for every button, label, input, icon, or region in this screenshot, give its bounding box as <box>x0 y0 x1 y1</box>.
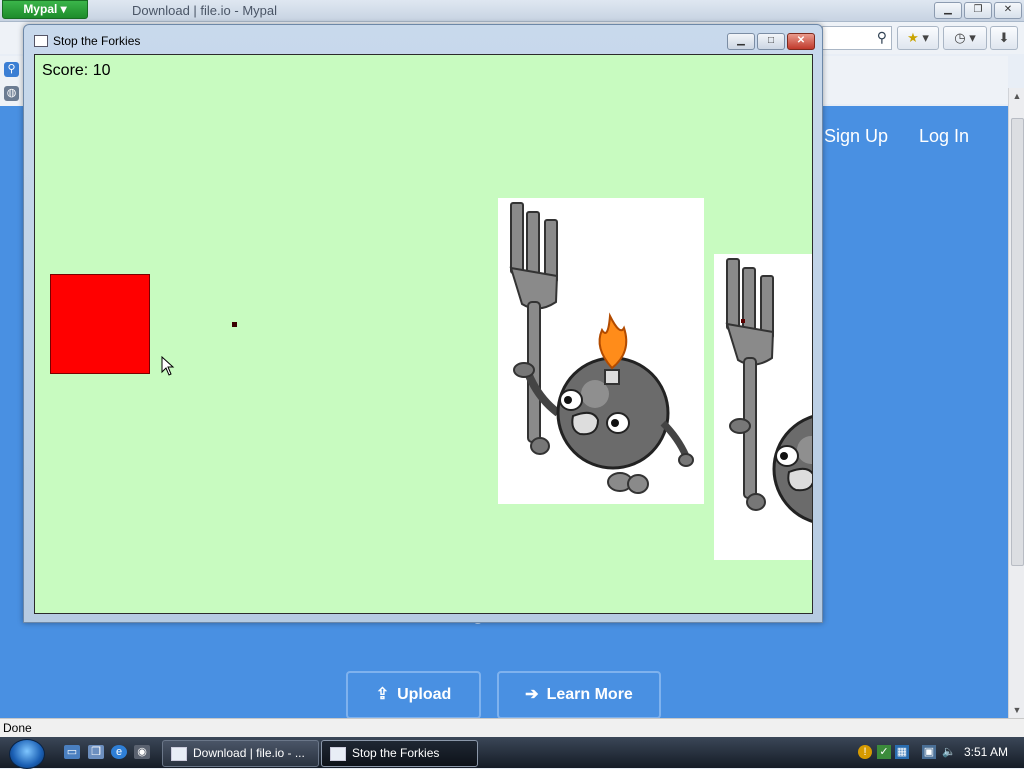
game-maximize-button[interactable]: □ <box>757 33 785 50</box>
game-close-button[interactable]: ✕ <box>787 33 815 50</box>
forkie-enemy[interactable] <box>498 198 704 504</box>
search-sidebar-icon[interactable]: ⚲ <box>4 62 19 77</box>
download-arrow-icon: ⬇ <box>998 30 1010 45</box>
globe-icon[interactable]: ◍ <box>4 86 19 101</box>
task-button-game[interactable]: Stop the Forkies <box>321 740 478 767</box>
task-label: Download | file.io - ... <box>193 746 305 760</box>
scroll-down-arrow-icon[interactable]: ▼ <box>1009 702 1024 718</box>
game-window-title: Stop the Forkies <box>53 34 141 48</box>
scroll-thumb[interactable] <box>1011 118 1024 566</box>
history-button[interactable]: ◷ ▾ <box>943 26 987 50</box>
scroll-up-arrow-icon[interactable]: ▲ <box>1009 88 1024 104</box>
page-top-strip <box>822 56 1008 104</box>
browser-titlebar: Mypal ▾ Download | file.io - Mypal ▁ ❐ ✕ <box>0 0 1024 22</box>
app-menu-button[interactable]: Mypal ▾ <box>2 0 88 19</box>
taskbar: ▭ ❐ e ◉ Download | file.io - ... Stop th… <box>0 737 1024 769</box>
game-task-icon <box>330 746 346 761</box>
projectile <box>232 322 237 327</box>
network-icon[interactable]: ▦ <box>895 745 909 759</box>
clock[interactable]: 3:51 AM <box>964 745 1008 759</box>
upload-icon: ⇪ <box>375 686 390 703</box>
log-in-link[interactable]: Log In <box>919 126 969 147</box>
browser-maximize-button[interactable]: ❐ <box>964 2 992 19</box>
game-window-icon <box>34 35 48 47</box>
learn-more-button[interactable]: ➔ Learn More <box>497 671 661 719</box>
game-minimize-button[interactable]: ▁ <box>727 33 755 50</box>
score-label: Score: 10 <box>42 62 111 79</box>
mouse-cursor-icon <box>161 356 175 376</box>
task-button-browser[interactable]: Download | file.io - ... <box>162 740 319 767</box>
status-bar: Done <box>0 718 1024 737</box>
bookmarks-button[interactable]: ★ ▾ <box>897 26 939 50</box>
page-scrollbar[interactable]: ▲ ▼ <box>1008 88 1024 718</box>
sign-up-link[interactable]: Sign Up <box>824 126 888 147</box>
upload-button[interactable]: ⇪ Upload <box>346 671 481 719</box>
sidebar-strip: ⚲ ◍ <box>0 56 24 106</box>
status-text: Done <box>3 721 32 735</box>
task-label: Stop the Forkies <box>352 746 440 760</box>
game-canvas[interactable]: Score: 10 <box>34 54 813 614</box>
volume-icon[interactable]: 🔈 <box>942 745 956 759</box>
switch-windows-icon[interactable]: ❐ <box>88 745 104 759</box>
player-red-square[interactable] <box>50 274 150 374</box>
display-icon[interactable]: ▣ <box>922 745 936 759</box>
browser-window-title: Download | file.io - Mypal <box>132 3 277 18</box>
update-icon[interactable]: ✓ <box>877 745 891 759</box>
learn-more-button-label: Learn More <box>546 686 633 703</box>
game-window[interactable]: Stop the Forkies ▁ □ ✕ Score: 10 <box>23 24 823 623</box>
start-button[interactable] <box>9 739 45 769</box>
internet-explorer-icon[interactable]: e <box>111 745 127 759</box>
security-shield-icon[interactable]: ! <box>858 745 872 759</box>
upload-button-label: Upload <box>397 686 452 703</box>
arrow-right-icon: ➔ <box>525 686 539 703</box>
mypal-quicklaunch-icon[interactable]: ◉ <box>134 745 150 759</box>
forkie-enemy[interactable] <box>714 254 812 560</box>
show-desktop-icon[interactable]: ▭ <box>64 745 80 759</box>
clock-icon: ◷ <box>954 30 966 45</box>
forkie-bomb-icon <box>725 258 812 523</box>
app-menu-label: Mypal <box>23 2 58 16</box>
forkie-bomb-icon <box>509 202 694 494</box>
search-icon[interactable]: ⚲ <box>877 29 887 46</box>
bookmark-star-icon: ★ <box>907 30 919 45</box>
browser-minimize-button[interactable]: ▁ <box>934 2 962 19</box>
downloads-button[interactable]: ⬇ <box>990 26 1018 50</box>
browser-task-icon <box>171 746 187 761</box>
browser-close-button[interactable]: ✕ <box>994 2 1022 19</box>
url-bar[interactable]: ⚲ <box>822 26 892 50</box>
